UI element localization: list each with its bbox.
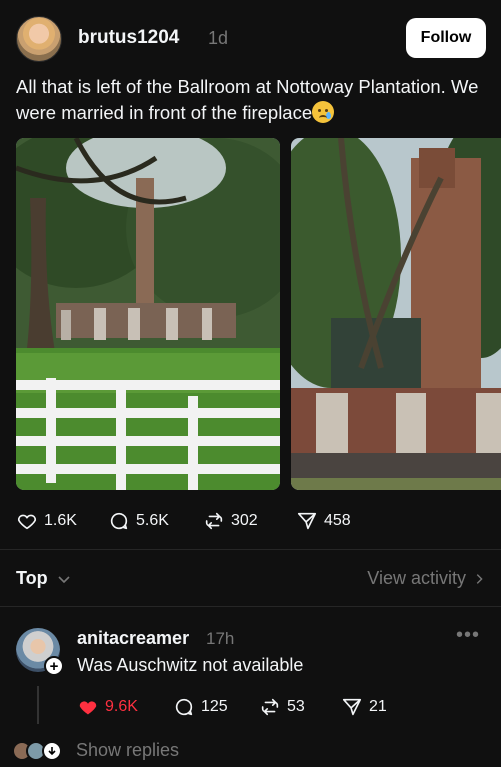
sort-dropdown[interactable]: Top: [16, 568, 48, 589]
heart-icon: [17, 514, 37, 530]
show-replies-button[interactable]: Show replies: [12, 739, 312, 763]
follow-plus-icon[interactable]: +: [44, 656, 64, 676]
comment-count: 5.6K: [136, 512, 169, 529]
post-username[interactable]: brutus1204: [78, 27, 179, 49]
post-photo-1[interactable]: [16, 138, 280, 490]
post-photo-2[interactable]: [291, 138, 501, 490]
reply-actions: 9.6K 125 53 21: [77, 692, 477, 718]
send-icon: [342, 698, 362, 716]
repost-icon: [205, 512, 223, 530]
chimney-ruins-photo: [291, 138, 501, 490]
post-actions: 1.6K 5.6K 302 458: [16, 506, 486, 536]
show-replies-label: Show replies: [76, 740, 180, 760]
heart-filled-icon: [79, 701, 97, 715]
chevron-right-icon: [476, 573, 483, 584]
divider: [0, 606, 501, 607]
arrow-down-icon: [42, 741, 62, 761]
repost-icon: [261, 698, 279, 716]
chevron-down-icon[interactable]: [56, 571, 72, 587]
reply-share-button[interactable]: 21: [341, 692, 387, 722]
post-text: All that is left of the Ballroom at Nott…: [16, 74, 486, 126]
avatar[interactable]: [16, 16, 62, 62]
reply-like-count: 9.6K: [105, 698, 138, 715]
follow-button[interactable]: Follow: [406, 18, 486, 58]
share-button[interactable]: 458: [296, 506, 351, 536]
share-count: 458: [324, 512, 351, 529]
like-button[interactable]: 1.6K: [16, 506, 77, 536]
post-body: All that is left of the Ballroom at Nott…: [16, 76, 479, 123]
sort-row: Top View activity: [16, 566, 486, 592]
comment-icon: [110, 512, 128, 530]
ballroom-ruins-photo: [16, 138, 280, 490]
more-options-icon[interactable]: •••: [456, 624, 480, 647]
reply-time: 17h: [206, 629, 235, 648]
view-activity-link[interactable]: View activity: [367, 568, 486, 589]
reply-username[interactable]: anitacreamer: [77, 628, 189, 649]
reply-text: Was Auschwitz not available: [77, 655, 304, 675]
reply-repost-button[interactable]: 53: [259, 692, 305, 722]
repost-button[interactable]: 302: [203, 506, 258, 536]
repost-count: 302: [231, 512, 258, 529]
view-activity-label: View activity: [367, 568, 466, 588]
thread-line: [37, 686, 39, 724]
reply-share-count: 21: [369, 698, 387, 715]
reply-comment-count: 125: [201, 698, 228, 715]
comment-button[interactable]: 5.6K: [108, 506, 169, 536]
post-header: brutus1204 1d Follow: [16, 16, 486, 62]
reply-repost-count: 53: [287, 698, 305, 715]
comment-icon: [175, 698, 193, 716]
post-time: 1d: [208, 28, 229, 48]
crying-face-emoji-icon: [312, 101, 335, 123]
reply-like-button[interactable]: 9.6K: [77, 692, 138, 722]
send-icon: [297, 512, 317, 530]
reply-comment-button[interactable]: 125: [173, 692, 228, 722]
divider: [0, 549, 501, 550]
like-count: 1.6K: [44, 512, 77, 529]
